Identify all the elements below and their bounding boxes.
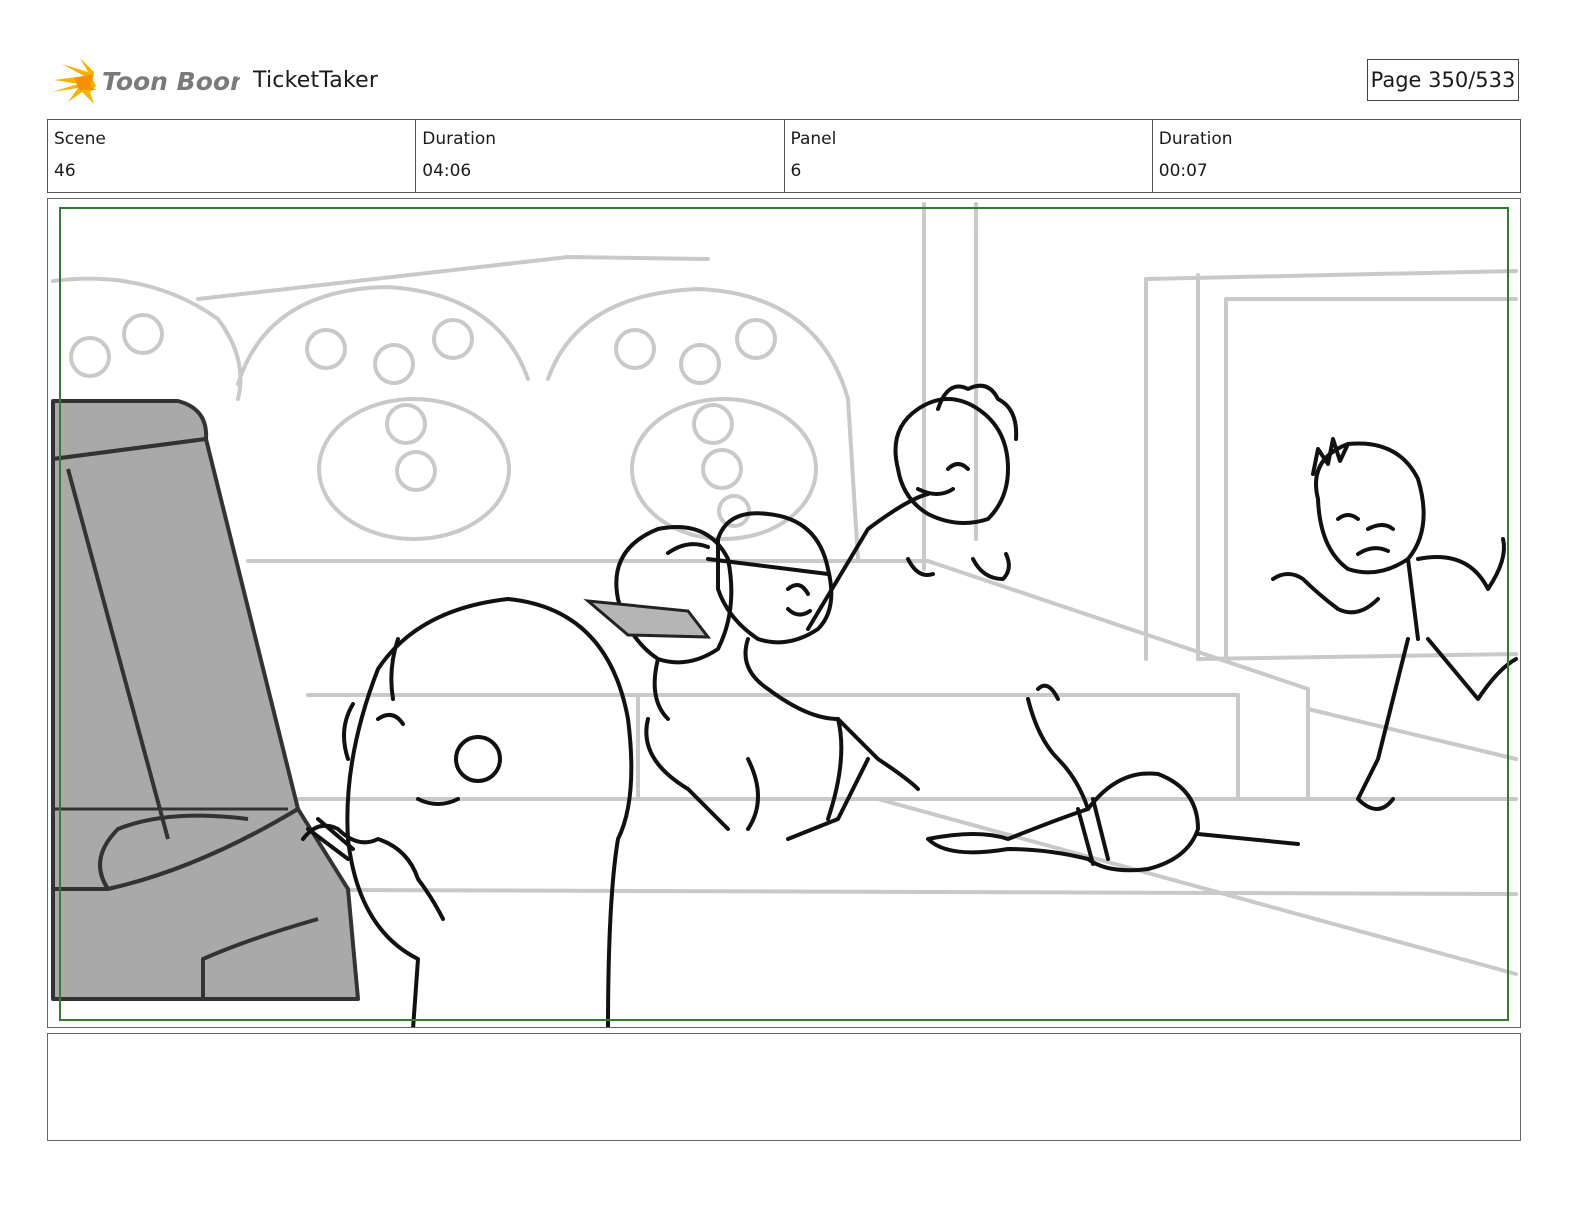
page-indicator: Page 350/533: [1367, 59, 1519, 101]
scene-value: 46: [54, 161, 76, 181]
scene-label: Scene: [54, 129, 106, 149]
storyboard-panel: [47, 198, 1521, 1028]
panel-notes-box[interactable]: [47, 1033, 1521, 1141]
project-title: TicketTaker: [253, 68, 379, 93]
panel-info-table: Scene 46 Duration 04:06 Panel 6 Duration…: [47, 119, 1521, 193]
foreground-seat: [51, 399, 360, 1001]
panel-duration-label: Duration: [1158, 129, 1233, 149]
scene-duration-value: 04:06: [422, 161, 472, 181]
logo-wordmark: Toon Boom: [102, 67, 240, 96]
panel-duration-value: 00:07: [1158, 161, 1208, 181]
running-kid: [1314, 441, 1426, 575]
panel-label: Panel: [790, 129, 837, 149]
toon-boom-logo: Toon Boom: [50, 56, 256, 108]
starburst-icon: [52, 58, 96, 104]
scene-cell: Scene 46: [48, 120, 417, 192]
kid-pushing: [716, 511, 834, 645]
character-sketches: [301, 383, 1518, 1027]
ticket-prop: [583, 599, 712, 639]
panel-duration-cell: Duration 00:07: [1153, 120, 1520, 192]
panel-value: 6: [790, 161, 802, 181]
scene-duration-label: Duration: [422, 129, 497, 149]
panel-cell: Panel 6: [785, 120, 1153, 192]
scene-duration-cell: Duration 04:06: [416, 120, 785, 192]
curly-hair-kid: [893, 397, 1010, 525]
storyboard-sketch: [51, 202, 1518, 1027]
girl-foreground: [345, 597, 634, 1027]
